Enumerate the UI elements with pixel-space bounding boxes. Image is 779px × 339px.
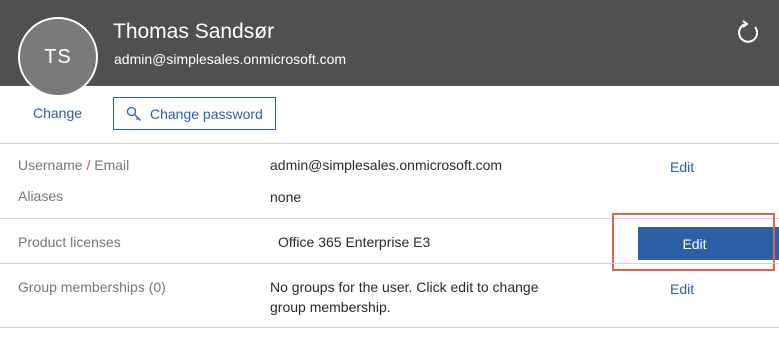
divider	[0, 218, 779, 219]
aliases-label: Aliases	[18, 188, 64, 204]
licenses-value: Office 365 Enterprise E3	[278, 234, 431, 250]
groups-value-line: group membership.	[270, 299, 391, 315]
username-label: Username / Email	[18, 157, 130, 173]
groups-value: No groups for the user. Click edit to ch…	[270, 277, 538, 317]
groups-value-line: No groups for the user. Click edit to ch…	[270, 279, 539, 295]
avatar: TS	[18, 17, 98, 97]
edit-username-link[interactable]: Edit	[670, 159, 694, 175]
user-display-name: Thomas Sandsør	[113, 20, 275, 43]
divider	[0, 263, 779, 264]
divider	[0, 327, 779, 328]
change-password-label: Change password	[150, 105, 263, 122]
groups-label: Group memberships (0)	[18, 279, 166, 295]
change-password-button[interactable]: Change password	[113, 97, 276, 130]
key-icon	[126, 106, 142, 122]
change-photo-link[interactable]: Change	[33, 105, 82, 121]
user-header: TS Thomas Sandsør admin@simplesales.onmi…	[0, 0, 779, 97]
username-value: admin@simplesales.onmicrosoft.com	[270, 157, 503, 173]
edit-groups-link[interactable]: Edit	[670, 281, 694, 297]
refresh-icon[interactable]	[734, 19, 762, 47]
edit-licenses-button[interactable]: Edit	[638, 227, 779, 260]
licenses-label: Product licenses	[18, 234, 121, 250]
user-email: admin@simplesales.onmicrosoft.com	[114, 51, 347, 67]
aliases-value: none	[270, 189, 302, 205]
divider	[0, 143, 779, 144]
